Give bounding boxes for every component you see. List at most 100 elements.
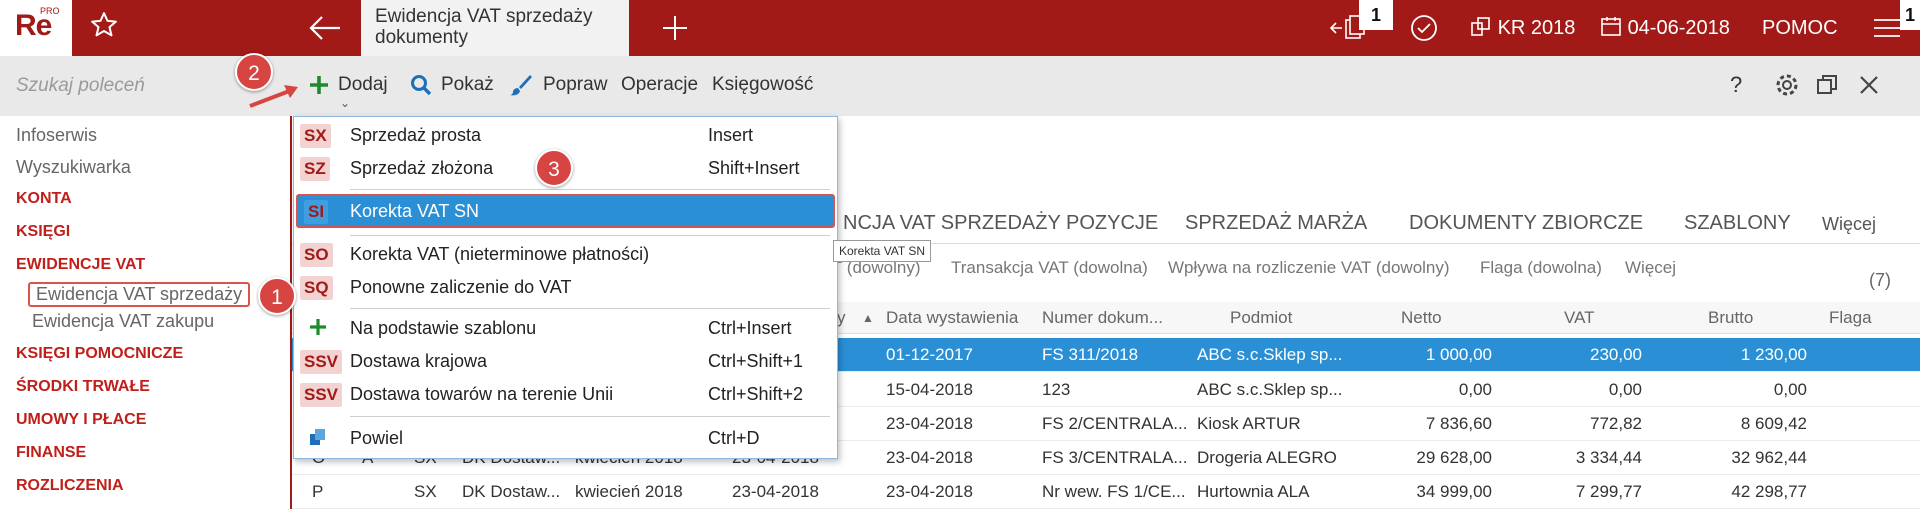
col-header-netto[interactable]: Netto [1401, 308, 1442, 328]
menu-item-na-podstawie-szablonu[interactable]: Na podstawie szablonu Ctrl+Insert [294, 313, 837, 345]
tab-szablony[interactable]: SZABLONY [1684, 212, 1791, 235]
cell-data: 01-12-2017 [886, 345, 973, 364]
operations-button[interactable]: Operacje [621, 74, 698, 96]
col-header-numer[interactable]: Numer dokum... [1042, 308, 1163, 328]
search-icon[interactable] [408, 72, 434, 98]
help-question-icon[interactable]: ? [1730, 72, 1742, 98]
edit-button[interactable]: Popraw [543, 74, 607, 96]
tab-sprzedaz-marza[interactable]: SPRZEDAŻ MARŻA [1185, 212, 1367, 235]
nav-ewidencje-vat[interactable]: EWIDENCJE VAT [16, 256, 145, 274]
nav-finanse[interactable]: FINANSE [16, 444, 86, 462]
template-plus-icon [304, 317, 332, 341]
filter-wplywa-na-rozliczenie[interactable]: Wpływa na rozliczenie VAT (dowolny) [1168, 258, 1450, 278]
menu-item-code: SSV [300, 350, 343, 374]
menu-item-label: Dostawa towarów na terenie Unii [350, 384, 614, 404]
tab-more[interactable]: Więcej [1822, 214, 1876, 235]
nav-infoserwis[interactable]: Infoserwis [16, 125, 97, 146]
nav-konta[interactable]: KONTA [16, 190, 72, 208]
notifications-badge: 1 [1359, 0, 1393, 30]
duplicate-icon [304, 427, 332, 451]
cell-symbol: SX [414, 482, 437, 501]
col-header-vat[interactable]: VAT [1564, 308, 1595, 328]
cell-data-operacji: 23-04-2018 [732, 482, 819, 501]
command-search-placeholder: Szukaj poleceń [16, 75, 145, 96]
menu-item-dostawa-unii[interactable]: SSV Dostawa towarów na terenie Unii Ctrl… [294, 379, 837, 411]
cell-netto: 7 836,60 [1425, 414, 1492, 433]
filter-flaga[interactable]: Flaga (dowolna) [1480, 258, 1602, 278]
menu-item-dostawa-krajowa[interactable]: SSV Dostawa krajowa Ctrl+Shift+1 [294, 346, 837, 378]
add-button[interactable]: Dodaj [338, 74, 388, 96]
settings-gear-icon[interactable] [1772, 70, 1802, 100]
nav-ewidencja-vat-zakupu[interactable]: Ewidencja VAT zakupu [32, 311, 214, 332]
add-plus-icon[interactable] [306, 72, 332, 98]
cell-vat: 772,82 [1590, 414, 1642, 433]
brush-icon[interactable] [508, 72, 534, 98]
show-button[interactable]: Pokaż [441, 74, 494, 96]
table-row[interactable]: P SX DK Dostaw... kwiecień 2018 23-04-20… [292, 475, 1920, 509]
col-header-podmiot[interactable]: Podmiot [1230, 308, 1292, 328]
date-selector[interactable]: 04-06-2018 [1600, 12, 1730, 44]
nav-srodki-trwale[interactable]: ŚRODKI TRWAŁE [16, 378, 150, 396]
cell-netto: 1 000,00 [1425, 345, 1492, 364]
col-header-y[interactable]: y [837, 308, 846, 328]
help-link[interactable]: POMOC [1762, 12, 1838, 44]
cell-status: P [312, 482, 324, 501]
nav-wyszukiwarka[interactable]: Wyszukiwarka [16, 157, 131, 178]
menu-item-label: Dostawa krajowa [350, 351, 488, 371]
accounting-button[interactable]: Księgowość [712, 74, 813, 96]
favorites-star-icon[interactable] [86, 10, 122, 46]
new-tab-plus-icon[interactable] [655, 10, 695, 46]
nav-ksiegi-pomocnicze[interactable]: KSIĘGI POMOCNICZE [16, 345, 183, 363]
filter-transakcja-vat[interactable]: Transakcja VAT (dowolna) [951, 258, 1148, 278]
date-label: 04-06-2018 [1627, 17, 1730, 39]
sort-up-icon[interactable]: ▲ [862, 311, 874, 325]
cell-numer: FS 3/CENTRALA... [1042, 448, 1188, 467]
menu-separator [350, 235, 830, 236]
tab-pozycje[interactable]: NCJA VAT SPRZEDAŻY POZYCJE [843, 212, 1158, 235]
col-header-flaga[interactable]: Flaga [1829, 308, 1872, 328]
filter-more[interactable]: Więcej [1625, 258, 1676, 278]
menu-item-label: Sprzedaż złożona [350, 158, 494, 178]
back-arrow-icon[interactable] [300, 8, 350, 48]
nav-umowy-i-place[interactable]: UMOWY I PŁACE [16, 411, 146, 429]
cell-vat: 230,00 [1590, 345, 1642, 364]
menu-separator [350, 416, 830, 417]
cell-vat: 0,00 [1608, 380, 1642, 399]
menu-item-label: Korekta VAT SN [350, 201, 480, 221]
cell-vat: 3 334,44 [1575, 448, 1642, 467]
menu-item-code: SX [300, 124, 331, 148]
close-window-icon[interactable] [1854, 70, 1884, 100]
restore-window-icon[interactable] [1812, 70, 1842, 100]
menu-item-sprzedaz-prosta[interactable]: SX Sprzedaż prosta Insert [294, 120, 837, 152]
cell-podmiot: Hurtownia ALA [1197, 482, 1310, 501]
menu-item-code: SO [300, 243, 333, 267]
cell-numer: FS 311/2018 [1042, 345, 1139, 364]
record-count: (7) [1869, 270, 1891, 290]
document-tab-title: Ewidencja VAT sprzedaży [375, 6, 593, 27]
nav-ewidencja-vat-sprzedazy[interactable]: Ewidencja VAT sprzedaży [28, 282, 251, 307]
nav-ksiegi[interactable]: KSIĘGI [16, 223, 70, 241]
menu-separator [350, 189, 830, 190]
hamburger-menu-icon[interactable] [1872, 12, 1902, 54]
menu-item-korekta-vat-sn[interactable]: SI Korekta VAT SN [296, 194, 835, 228]
tooltip: Korekta VAT SN [833, 240, 932, 262]
menu-item-label: Ponowne zaliczenie do VAT [350, 277, 572, 297]
check-circle-icon[interactable] [1408, 12, 1440, 54]
add-chevron-down-icon[interactable]: ⌄ [340, 96, 350, 110]
menu-item-code: SQ [300, 276, 333, 300]
col-header-brutto[interactable]: Brutto [1708, 308, 1753, 328]
menu-item-shortcut: Ctrl+Insert [708, 318, 792, 338]
menu-item-powiel[interactable]: Powiel Ctrl+D [294, 423, 837, 455]
document-tab[interactable]: Ewidencja VAT sprzedaży dokumenty [361, 0, 629, 56]
company-selector[interactable]: KR 2018 [1470, 12, 1575, 44]
app-logo[interactable]: Re PRO [0, 0, 72, 56]
menu-item-korekta-vat-nieterminowe[interactable]: SO Korekta VAT (nieterminowe płatności) [294, 239, 837, 271]
cell-brutto: 1 230,00 [1740, 345, 1807, 364]
menu-item-label: Sprzedaż prosta [350, 125, 482, 145]
nav-rozliczenia[interactable]: ROZLICZENIA [16, 477, 124, 495]
menu-item-ponowne-zaliczenie[interactable]: SQ Ponowne zaliczenie do VAT [294, 272, 837, 304]
top-bar: Re PRO Ewidencja VAT sprzedaży dokumenty… [0, 0, 1920, 56]
col-header-data[interactable]: Data wystawienia [886, 308, 1018, 328]
action-toolbar: Dodaj ⌄ Pokaż Popraw Operacje Księgowość… [292, 56, 1920, 116]
tab-dokumenty-zbiorcze[interactable]: DOKUMENTY ZBIORCZE [1409, 212, 1643, 235]
